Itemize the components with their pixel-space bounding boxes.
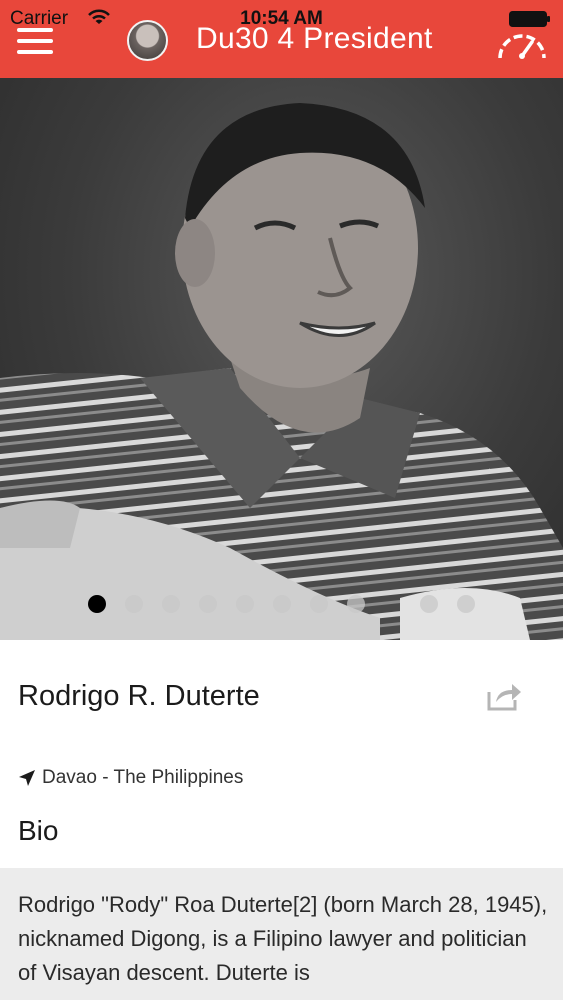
carousel-dot-7[interactable] xyxy=(310,595,328,613)
carousel-dot-8[interactable] xyxy=(347,595,365,613)
share-icon[interactable] xyxy=(486,680,522,712)
bio-heading: Bio xyxy=(18,815,59,846)
carousel-dot-10[interactable] xyxy=(457,595,475,613)
avatar xyxy=(127,20,168,61)
bio-panel: Rodrigo "Rody" Roa Duterte[2] (born Marc… xyxy=(0,868,563,1000)
carousel-dot-4[interactable] xyxy=(199,595,217,613)
carousel-page-indicator[interactable] xyxy=(0,595,563,615)
speedometer-icon[interactable] xyxy=(495,22,549,62)
location-row: Davao - The Philippines xyxy=(18,767,243,789)
carousel-dot-9[interactable] xyxy=(420,595,438,613)
app-header: Carrier 10:54 AM Du30 4 President xyxy=(0,0,563,78)
carousel-dot-3[interactable] xyxy=(162,595,180,613)
header-title: Du30 4 President xyxy=(196,22,433,55)
portrait-image xyxy=(0,103,563,640)
location-text: Davao - The Philippines xyxy=(42,767,244,788)
profile-name: Rodrigo R. Duterte xyxy=(18,680,260,712)
menu-icon[interactable] xyxy=(17,26,53,56)
hero-carousel[interactable] xyxy=(0,78,563,640)
bio-text: Rodrigo "Rody" Roa Duterte[2] (born Marc… xyxy=(18,892,548,985)
location-arrow-icon xyxy=(19,770,35,786)
carousel-dot-6[interactable] xyxy=(273,595,291,613)
carousel-dot-5[interactable] xyxy=(236,595,254,613)
carousel-dot-1[interactable] xyxy=(88,595,106,613)
carousel-dot-2[interactable] xyxy=(125,595,143,613)
